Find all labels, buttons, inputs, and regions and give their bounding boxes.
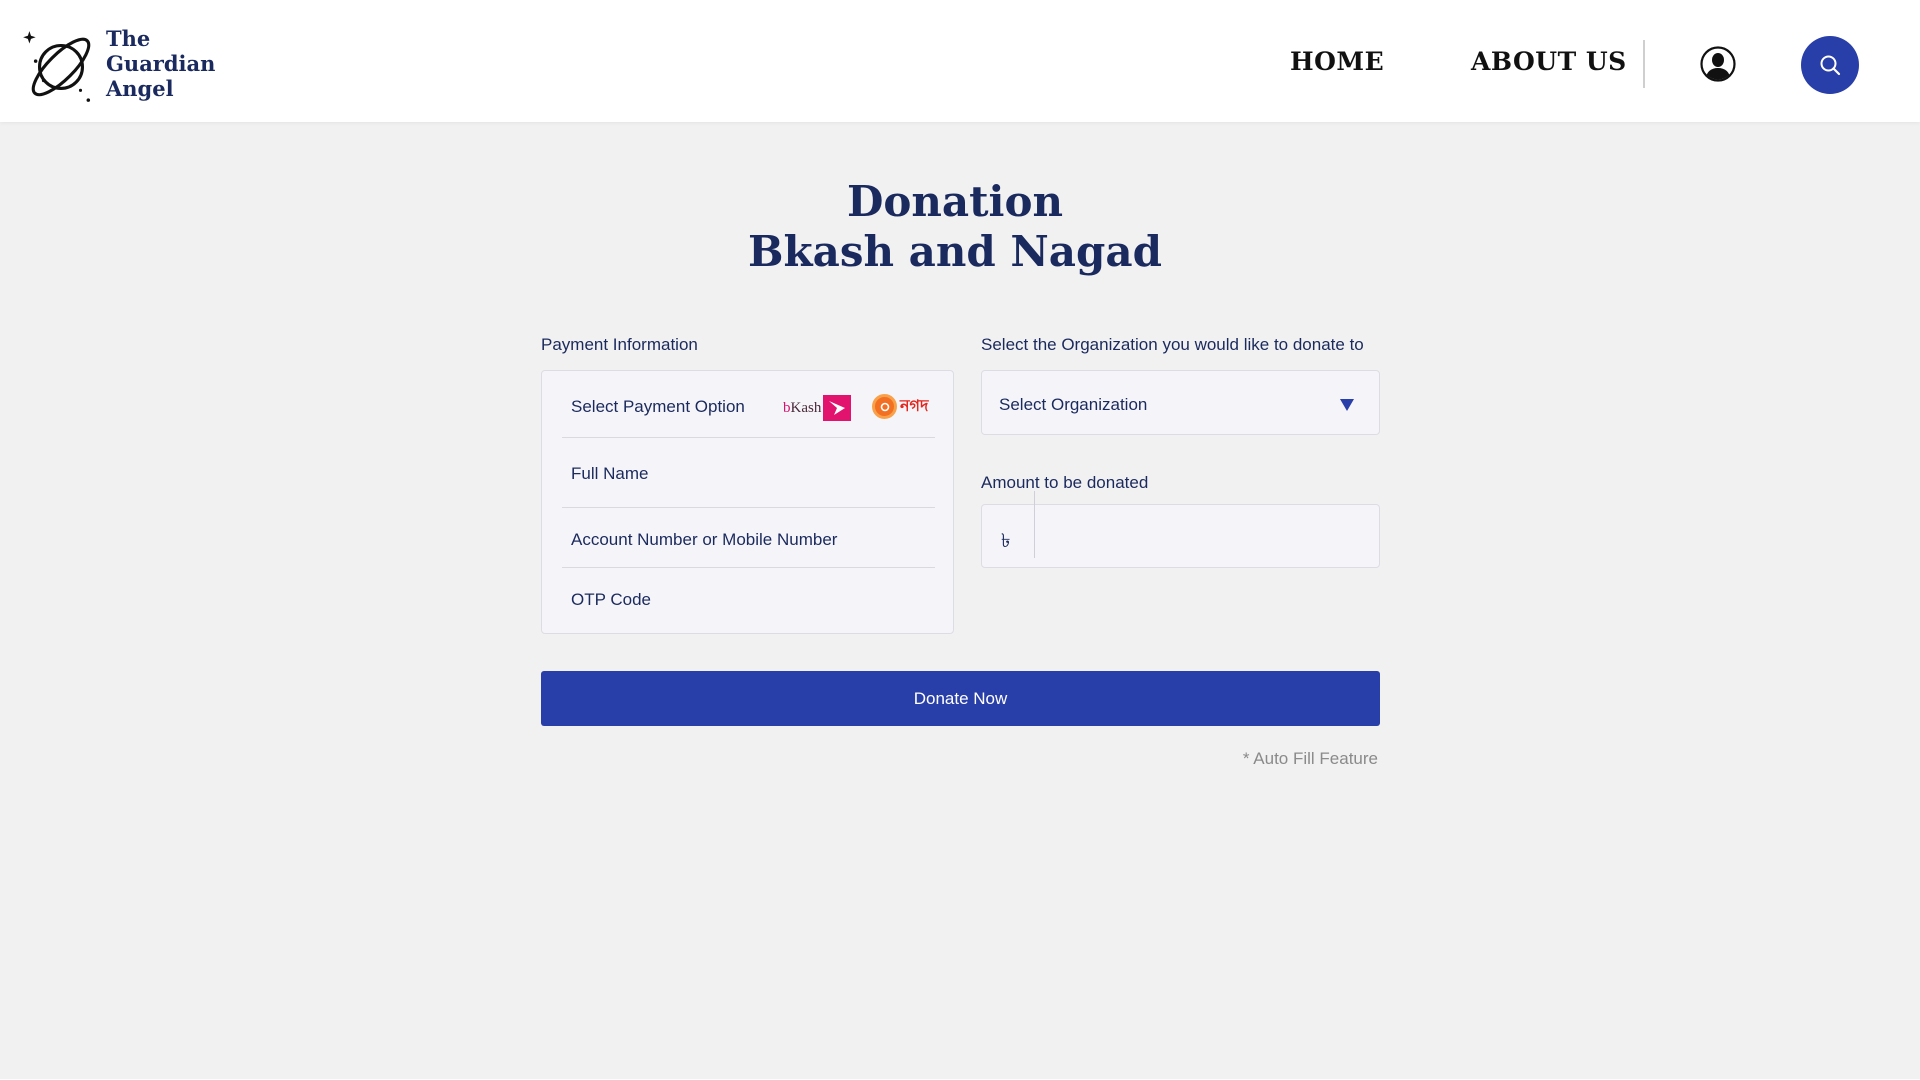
full-name-label: Full Name bbox=[571, 464, 649, 483]
planet-logo-icon bbox=[23, 31, 91, 102]
organization-select[interactable]: Select Organization bbox=[981, 370, 1380, 435]
amount-label: Amount to be donated bbox=[981, 473, 1149, 492]
payment-info-label: Payment Information bbox=[541, 335, 698, 354]
logo-line-1: The bbox=[106, 26, 151, 51]
user-profile-icon bbox=[1700, 46, 1736, 82]
profile-button[interactable] bbox=[1700, 46, 1736, 82]
otp-code-label: OTP Code bbox=[571, 590, 652, 609]
nav-about-link[interactable]: ABOUT US bbox=[1471, 47, 1627, 76]
account-number-field[interactable]: Account Number or Mobile Number bbox=[562, 508, 935, 568]
organization-label: Select the Organization you would like t… bbox=[981, 335, 1364, 354]
otp-code-field[interactable]: OTP Code bbox=[562, 568, 935, 634]
nav-home-link[interactable]: HOME bbox=[1290, 47, 1384, 76]
bkash-logo-prefix: b bbox=[783, 399, 791, 416]
site-header: The Guardian Angel HOME ABOUT US bbox=[0, 0, 1920, 122]
logo-line-2: Guardian bbox=[106, 51, 216, 76]
bkash-bird-icon bbox=[823, 395, 852, 421]
taka-currency-icon: ৳ bbox=[1001, 530, 1011, 552]
page-title-line-1: Donation bbox=[846, 177, 1064, 226]
full-name-field[interactable]: Full Name bbox=[562, 438, 935, 508]
auto-fill-note: * Auto Fill Feature bbox=[1242, 749, 1378, 768]
nagad-logo-icon bbox=[872, 394, 897, 419]
amount-field: ৳ bbox=[981, 491, 1380, 568]
bkash-option[interactable]: bKash bbox=[783, 395, 852, 421]
donate-now-button[interactable]: Donate Now bbox=[541, 671, 1380, 726]
logo-line-3: Angel bbox=[106, 76, 174, 101]
dropdown-caret-icon bbox=[1340, 399, 1354, 411]
logo-text: The Guardian Angel bbox=[106, 26, 215, 101]
bkash-logo-rest: Kash bbox=[790, 399, 822, 416]
payment-info-panel: Select Payment Option bKash নগদ Full Nam… bbox=[541, 370, 954, 634]
nav-divider bbox=[1643, 40, 1645, 88]
organization-select-value: Select Organization bbox=[999, 395, 1148, 414]
amount-divider bbox=[1034, 491, 1035, 558]
bkash-logo-text: bKash bbox=[783, 400, 821, 417]
nagad-option[interactable]: নগদ bbox=[872, 393, 928, 420]
amount-input[interactable] bbox=[1040, 513, 1370, 559]
search-button[interactable] bbox=[1801, 36, 1859, 94]
site-logo[interactable]: The Guardian Angel bbox=[22, 26, 215, 104]
page-title-line-2: Bkash and Nagad bbox=[748, 227, 1162, 276]
account-number-label: Account Number or Mobile Number bbox=[571, 530, 838, 549]
payment-option-row[interactable]: Select Payment Option bKash নগদ bbox=[562, 371, 935, 438]
search-icon bbox=[1820, 55, 1841, 76]
nagad-logo-text: নগদ bbox=[900, 396, 929, 415]
payment-option-label: Select Payment Option bbox=[571, 397, 745, 416]
page-title: Donation Bkash and Nagad bbox=[0, 177, 1910, 277]
